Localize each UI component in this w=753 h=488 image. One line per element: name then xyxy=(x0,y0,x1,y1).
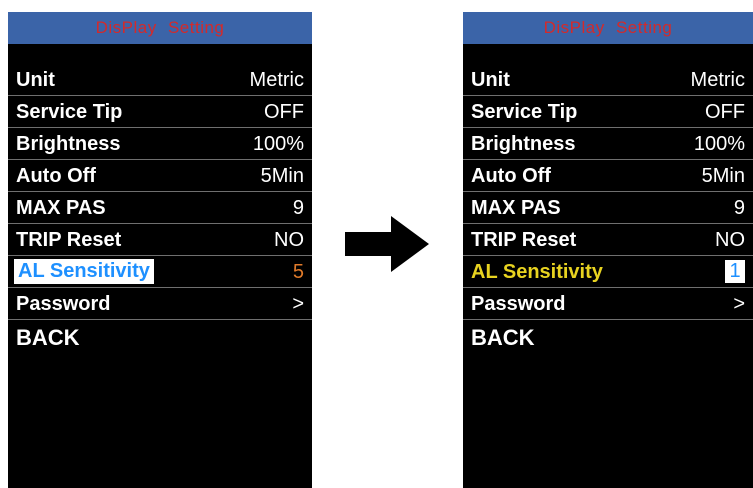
menu-row-label: MAX PAS xyxy=(471,197,561,219)
menu-row-label: Password xyxy=(471,293,566,315)
menu-row-value: 5Min xyxy=(701,165,745,187)
screen-title: DisPlay Setting xyxy=(463,12,753,44)
menu-row-max-pas[interactable]: MAX PAS 9 xyxy=(8,192,312,224)
menu-row-value: 5Min xyxy=(260,165,304,187)
menu-row-value: 5 xyxy=(292,261,304,283)
menu-row-value: Metric xyxy=(690,69,745,91)
menu-row-label: Auto Off xyxy=(471,165,551,187)
menu-row-label: Service Tip xyxy=(471,101,578,123)
menu-row-service-tip[interactable]: Service Tip OFF xyxy=(8,96,312,128)
menu-row-value: 100% xyxy=(252,133,304,155)
settings-menu: Unit Metric Service Tip OFF Brightness 1… xyxy=(463,64,753,352)
menu-row-label: AL Sensitivity xyxy=(471,261,603,283)
display-setting-screen-before: DisPlay Setting Unit Metric Service Tip … xyxy=(8,12,312,488)
menu-row-value: NO xyxy=(715,229,745,251)
screen-title: DisPlay Setting xyxy=(8,12,312,44)
back-label: BACK xyxy=(471,325,535,350)
menu-row-unit[interactable]: Unit Metric xyxy=(8,64,312,96)
menu-row-label: Brightness xyxy=(16,133,121,155)
menu-row-label: MAX PAS xyxy=(16,197,106,219)
menu-row-trip-reset[interactable]: TRIP Reset NO xyxy=(8,224,312,256)
menu-row-label: Service Tip xyxy=(16,101,123,123)
menu-row-label: Brightness xyxy=(471,133,576,155)
menu-row-label: Password xyxy=(16,293,111,315)
menu-row-brightness[interactable]: Brightness 100% xyxy=(8,128,312,160)
menu-row-value: OFF xyxy=(705,101,745,123)
menu-row-al-sensitivity[interactable]: AL Sensitivity 5 xyxy=(8,256,312,288)
menu-row-password[interactable]: Password > xyxy=(463,288,753,320)
back-button[interactable]: BACK xyxy=(8,320,312,352)
menu-row-auto-off[interactable]: Auto Off 5Min xyxy=(463,160,753,192)
menu-row-brightness[interactable]: Brightness 100% xyxy=(463,128,753,160)
menu-row-value: 9 xyxy=(292,197,304,219)
value-edit-field[interactable]: 1 xyxy=(725,260,745,283)
menu-row-value: Metric xyxy=(249,69,304,91)
menu-row-auto-off[interactable]: Auto Off 5Min xyxy=(8,160,312,192)
menu-row-password[interactable]: Password > xyxy=(8,288,312,320)
menu-row-value: 9 xyxy=(733,197,745,219)
display-setting-screen-after: DisPlay Setting Unit Metric Service Tip … xyxy=(463,12,753,488)
menu-row-service-tip[interactable]: Service Tip OFF xyxy=(463,96,753,128)
menu-row-value: OFF xyxy=(264,101,304,123)
menu-row-value: > xyxy=(733,293,745,315)
menu-row-label: TRIP Reset xyxy=(471,229,577,251)
menu-row-label: Unit xyxy=(16,69,55,91)
settings-menu: Unit Metric Service Tip OFF Brightness 1… xyxy=(8,64,312,352)
menu-row-label: Auto Off xyxy=(16,165,96,187)
menu-row-max-pas[interactable]: MAX PAS 9 xyxy=(463,192,753,224)
back-label: BACK xyxy=(16,325,80,350)
menu-row-label: Unit xyxy=(471,69,510,91)
menu-row-trip-reset[interactable]: TRIP Reset NO xyxy=(463,224,753,256)
menu-row-value: > xyxy=(292,293,304,315)
menu-row-unit[interactable]: Unit Metric xyxy=(463,64,753,96)
menu-row-value: NO xyxy=(274,229,304,251)
menu-row-al-sensitivity[interactable]: AL Sensitivity 1 xyxy=(463,256,753,288)
menu-row-label: TRIP Reset xyxy=(16,229,122,251)
menu-row-value: 100% xyxy=(693,133,745,155)
back-button[interactable]: BACK xyxy=(463,320,753,352)
right-arrow-icon xyxy=(345,216,429,272)
menu-row-label: AL Sensitivity xyxy=(14,259,154,284)
